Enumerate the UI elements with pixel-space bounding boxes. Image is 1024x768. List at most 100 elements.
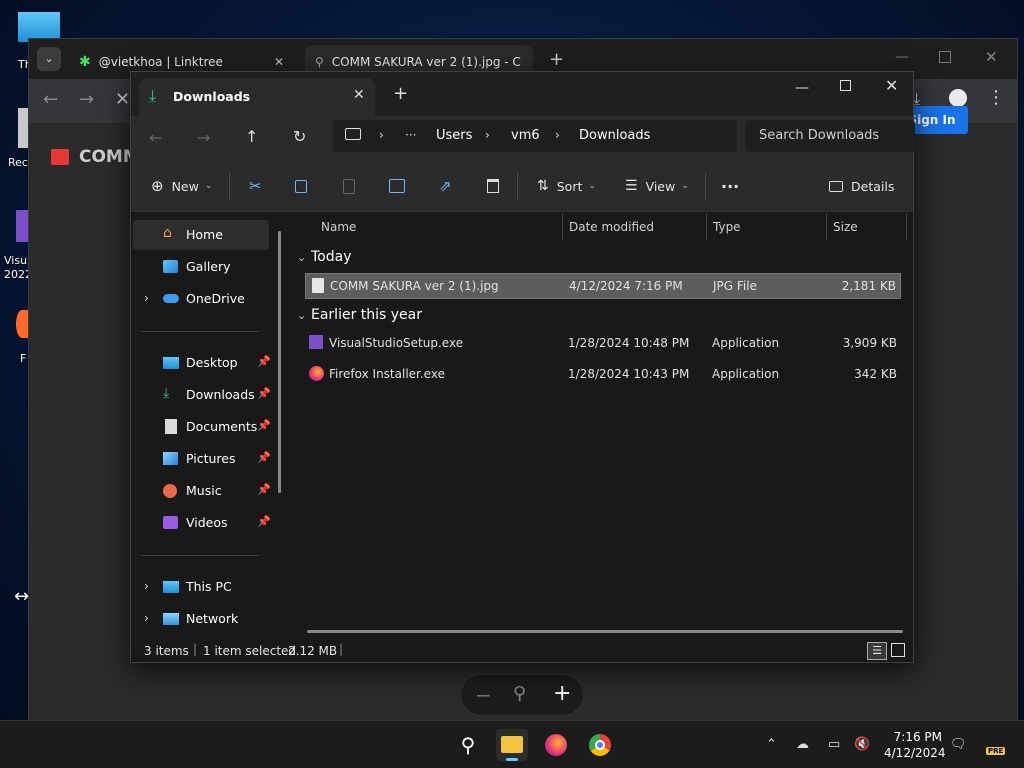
taskbar-chrome[interactable]: [584, 729, 616, 761]
stop-icon[interactable]: ✕: [115, 89, 130, 110]
home-icon: ⌂: [163, 225, 172, 241]
clock[interactable]: 7:16 PM 4/12/2024: [884, 729, 946, 761]
close-icon[interactable]: ✕: [271, 55, 287, 69]
nav-scrollbar[interactable]: [278, 231, 281, 493]
zoom-controls: − ⚲ +: [460, 674, 584, 716]
rename-icon[interactable]: [389, 174, 405, 198]
close-tab-icon[interactable]: ✕: [353, 87, 365, 103]
folder-icon: [501, 736, 523, 753]
file-row[interactable]: VisualStudioSetup.exe 1/28/2024 10:48 PM…: [305, 331, 901, 357]
back-icon[interactable]: ←: [149, 128, 162, 147]
onedrive-icon: [163, 294, 179, 303]
explorer-tab-downloads[interactable]: ⤓ Downloads ✕: [139, 78, 375, 116]
breadcrumb[interactable]: › ··· Users › vm6 › Downloads: [333, 120, 737, 152]
nav-item-this-pc[interactable]: › This PC: [133, 572, 269, 602]
nav-item-music[interactable]: Music 📌: [133, 476, 271, 506]
new-tab-button[interactable]: +: [549, 49, 564, 70]
taskbar-file-explorer[interactable]: [496, 729, 528, 761]
column-header-date[interactable]: Date modified: [563, 213, 707, 241]
new-explorer-tab-button[interactable]: +: [393, 83, 408, 104]
zoom-out-button[interactable]: −: [475, 683, 492, 707]
pin-icon[interactable]: 📌: [257, 483, 271, 496]
breadcrumb-vm6[interactable]: vm6: [511, 128, 540, 143]
pin-icon[interactable]: 📌: [257, 419, 271, 432]
zoom-in-button[interactable]: +: [553, 681, 571, 706]
paste-icon[interactable]: [343, 174, 355, 198]
image-tab-icon: ⚲: [315, 55, 324, 69]
cloud-offline-icon[interactable]: ☁: [796, 737, 809, 752]
taskbar: ⚲ ⌃ ☁ ▭ 🔇 7:16 PM 4/12/2024 🗨 PRE: [0, 720, 1024, 768]
firefox-icon: [309, 366, 324, 381]
pin-icon[interactable]: 📌: [257, 515, 271, 528]
back-icon[interactable]: ←: [43, 89, 58, 110]
up-icon[interactable]: ↑: [245, 127, 258, 146]
menu-icon[interactable]: ⋮: [987, 87, 1005, 108]
explorer-maximize-button[interactable]: [840, 80, 851, 91]
view-button[interactable]: ☰ View ⌄: [625, 174, 689, 198]
nav-divider: [141, 555, 259, 556]
share-icon[interactable]: ⇗: [439, 174, 452, 198]
details-view-icon[interactable]: ☰: [867, 642, 887, 660]
firefox-icon: [545, 734, 567, 756]
nav-item-downloads[interactable]: ⤓ Downloads 📌: [133, 380, 271, 410]
chevron-down-icon: ⌄: [204, 181, 213, 191]
copy-icon[interactable]: [295, 174, 307, 198]
explorer-minimize-button[interactable]: —: [795, 80, 809, 96]
nav-item-documents[interactable]: Documents 📌: [133, 412, 271, 442]
pc-icon: [345, 128, 361, 140]
taskbar-firefox[interactable]: [540, 729, 572, 761]
file-row[interactable]: COMM SAKURA ver 2 (1).jpg 4/12/2024 7:16…: [305, 273, 901, 299]
speaker-muted-icon[interactable]: 🔇: [854, 737, 870, 752]
explorer-titlebar: ⤓ Downloads ✕ + — ✕: [131, 72, 913, 116]
search-icon[interactable]: ⚲: [452, 729, 484, 761]
explorer-close-button[interactable]: ✕: [885, 76, 898, 95]
delete-icon[interactable]: [487, 174, 499, 198]
search-input[interactable]: Search Downloads: [745, 120, 915, 152]
nav-item-home[interactable]: ⌂ Home: [133, 220, 269, 250]
profile-icon[interactable]: [949, 89, 967, 107]
horizontal-scrollbar[interactable]: [307, 630, 903, 633]
active-indicator: [506, 758, 518, 761]
pin-icon[interactable]: 📌: [257, 387, 271, 400]
details-button[interactable]: Details: [829, 174, 894, 198]
browser-close-button[interactable]: ✕: [985, 48, 998, 66]
column-header-type[interactable]: Type: [707, 213, 827, 241]
new-button[interactable]: ⊕ New ⌄: [151, 174, 212, 198]
nav-item-network[interactable]: › Network: [133, 604, 269, 634]
column-header-size[interactable]: Size: [827, 213, 907, 241]
cut-icon[interactable]: ✂: [249, 174, 262, 198]
pin-icon[interactable]: 📌: [257, 451, 271, 464]
refresh-icon[interactable]: ↻: [293, 127, 306, 146]
forward-icon[interactable]: →: [197, 128, 210, 147]
notification-icon[interactable]: 🗨: [950, 737, 967, 752]
explorer-address-bar: ← → ↑ ↻ › ··· Users › vm6 › Downloads Se…: [131, 116, 915, 160]
network-icon: [163, 613, 179, 625]
pin-icon[interactable]: 📌: [257, 355, 271, 368]
browser-maximize-button[interactable]: [939, 51, 951, 63]
nav-item-videos[interactable]: Videos 📌: [133, 508, 271, 538]
chevron-up-icon[interactable]: ⌃: [766, 737, 777, 752]
group-header-earlier-this-year[interactable]: ⌄ Earlier this year: [297, 307, 422, 323]
visual-studio-icon: [16, 210, 28, 242]
file-row[interactable]: Firefox Installer.exe 1/28/2024 10:43 PM…: [305, 362, 901, 388]
breadcrumb-users[interactable]: Users: [436, 128, 472, 143]
pictures-icon: [163, 452, 178, 465]
tab-search-button[interactable]: ⌄: [37, 47, 61, 71]
tiles-view-icon[interactable]: [891, 643, 905, 657]
breadcrumb-downloads[interactable]: Downloads: [579, 128, 650, 143]
nav-item-desktop[interactable]: Desktop 📌: [133, 348, 271, 378]
browser-minimize-button[interactable]: —: [895, 49, 909, 65]
sort-button[interactable]: ⇅ Sort ⌄: [537, 174, 596, 198]
nav-item-pictures[interactable]: Pictures 📌: [133, 444, 271, 474]
forward-icon[interactable]: →: [79, 89, 94, 110]
nav-item-gallery[interactable]: Gallery: [133, 252, 269, 282]
group-header-today[interactable]: ⌄ Today: [297, 249, 352, 265]
recycle-bin-icon: [18, 108, 28, 148]
more-options-button[interactable]: ···: [721, 174, 739, 198]
nav-item-onedrive[interactable]: › OneDrive: [133, 284, 269, 314]
column-header-name[interactable]: Name: [315, 213, 563, 241]
network-status-icon[interactable]: ▭: [828, 737, 840, 752]
breadcrumb-more[interactable]: ···: [405, 128, 416, 142]
zoom-icon[interactable]: ⚲: [513, 683, 526, 704]
chevron-right-icon: ›: [144, 611, 149, 625]
